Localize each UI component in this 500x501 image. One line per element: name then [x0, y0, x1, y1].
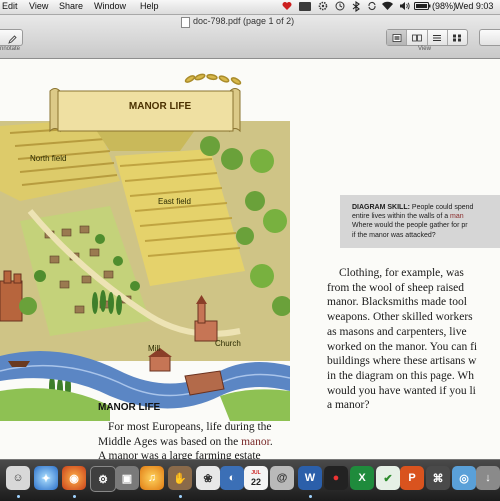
- diagram-skill-line-1: People could spend: [409, 204, 474, 211]
- window-toolbar: doc-798.pdf (page 1 of 2) nnotate View: [0, 15, 500, 59]
- word-icon[interactable]: W: [298, 466, 322, 490]
- diagram-skill-label: DIAGRAM SKILL:: [352, 204, 410, 211]
- label-church: Church: [215, 339, 241, 348]
- itunes-icon[interactable]: ♫: [140, 466, 164, 490]
- document-page: MANOR LIFE North field East field Mill C…: [0, 59, 500, 459]
- gear-icon[interactable]: [318, 1, 328, 13]
- system-preferences-icon[interactable]: ⚙: [90, 466, 116, 492]
- app-status-icon[interactable]: [299, 2, 311, 13]
- left-line-2-end: .: [269, 435, 273, 448]
- diagram-skill-term: man: [450, 213, 464, 221]
- battery-percent: (98%): [432, 1, 457, 11]
- photo-booth-icon[interactable]: ◐: [220, 466, 244, 490]
- dock: ☺ ✦ ◉ ⚙ ▣ ♫ ✋ ❀ ◐ JUL 22 @ W ● X ✔ P ⌘ ◎…: [0, 459, 500, 501]
- two-page-icon: [411, 34, 422, 41]
- label-north-field: North field: [30, 154, 66, 163]
- diagram-skill-line-3: Where would the people gather for pr: [352, 222, 468, 230]
- menu-bar: Edit View Share Window Help (98%) Wed 9:…: [0, 0, 500, 15]
- heart-icon[interactable]: [282, 1, 292, 13]
- check-icon[interactable]: ✔: [376, 466, 400, 490]
- menu-share[interactable]: Share: [59, 1, 83, 11]
- right-column-text: Clothing, for example, was from the wool…: [327, 266, 500, 413]
- section-heading: MANOR LIFE: [98, 402, 161, 413]
- finder-icon[interactable]: ☺: [6, 466, 30, 490]
- annotate-label: nnotate: [0, 46, 21, 52]
- left-column-text: For most Europeans, life during the Midd…: [98, 420, 308, 459]
- diagram-skill-box: DIAGRAM SKILL: People could spend entire…: [340, 195, 500, 248]
- annotate-button[interactable]: [0, 29, 23, 46]
- left-line-3: A manor was a large farming estate: [98, 450, 261, 459]
- right-line: weapons. Other skilled workers: [327, 311, 473, 324]
- banner-title: MANOR LIFE: [129, 101, 192, 112]
- powerpoint-icon[interactable]: P: [400, 466, 424, 490]
- sync-icon[interactable]: [367, 1, 377, 13]
- zoom-button[interactable]: [479, 29, 500, 46]
- time-machine-icon[interactable]: [335, 1, 345, 13]
- calendar-day: 22: [250, 477, 261, 487]
- right-line: in the diagram on this page. Wh: [327, 369, 475, 382]
- downloads-icon[interactable]: ↓: [476, 466, 500, 490]
- right-line: from the wool of sheep raised: [327, 281, 465, 294]
- right-line: manor. Blacksmiths made tool: [327, 296, 467, 309]
- bluetooth-icon[interactable]: [352, 0, 360, 14]
- right-line: buildings where these artisans w: [327, 355, 477, 368]
- menu-window[interactable]: Window: [94, 1, 126, 11]
- left-line-2: Middle Ages was based on the manor.: [98, 435, 308, 450]
- battery-icon[interactable]: [414, 2, 431, 12]
- wifi-icon[interactable]: [381, 1, 394, 13]
- contacts-icon[interactable]: @: [270, 466, 294, 490]
- grid-icon: [453, 34, 462, 41]
- view-label: View: [418, 46, 431, 52]
- right-line: a manor?: [327, 399, 370, 412]
- preview-icon[interactable]: ✋: [168, 466, 192, 490]
- diagram-skill-line-2: entire lives within the walls of a: [352, 213, 451, 221]
- window-title: doc-798.pdf (page 1 of 2): [193, 16, 295, 26]
- view-grid-button[interactable]: [448, 30, 467, 45]
- right-line: worked on the manor. You can fi: [327, 340, 478, 353]
- clock[interactable]: Wed 9:03: [455, 1, 493, 11]
- diagram-skill-line-4: if the manor was attacked?: [352, 231, 436, 239]
- menu-view[interactable]: View: [29, 1, 48, 11]
- utility-icon[interactable]: ⌘: [426, 466, 450, 490]
- single-page-icon: [392, 33, 402, 42]
- calendar-icon[interactable]: JUL 22: [244, 466, 268, 490]
- video-icon[interactable]: ◎: [452, 466, 476, 490]
- list-icon: [433, 34, 442, 41]
- view-two-page-button[interactable]: [407, 30, 428, 45]
- right-line: as masons and carpenters, live: [327, 325, 467, 338]
- running-indicator: [17, 495, 20, 498]
- running-indicator: [179, 495, 182, 498]
- view-mode-control[interactable]: [386, 29, 468, 46]
- right-line: would you have wanted if you li: [327, 384, 476, 397]
- menu-help[interactable]: Help: [140, 1, 159, 11]
- screencast-icon[interactable]: ●: [324, 466, 348, 490]
- photos-icon[interactable]: ❀: [196, 466, 220, 490]
- diagram-skill-text: DIAGRAM SKILL: People could spend entire…: [352, 203, 500, 240]
- left-line-1: For most Europeans, life during the: [108, 421, 272, 433]
- right-line: Clothing, for example, was: [339, 267, 464, 279]
- manor-illustration: MANOR LIFE North field East field Mill C…: [0, 73, 290, 421]
- app-icon[interactable]: ▣: [115, 466, 139, 490]
- excel-icon[interactable]: X: [350, 466, 374, 490]
- left-line-2-start: Middle Ages was based on the: [98, 435, 242, 448]
- document-proxy-icon[interactable]: [181, 17, 190, 28]
- label-east-field: East field: [158, 197, 191, 206]
- running-indicator: [73, 495, 76, 498]
- volume-icon[interactable]: [399, 1, 410, 13]
- manor-term: manor: [241, 435, 270, 448]
- view-list-button[interactable]: [428, 30, 448, 45]
- running-indicator: [309, 495, 312, 498]
- firefox-icon[interactable]: ◉: [62, 466, 86, 490]
- label-mill: Mill: [148, 344, 160, 353]
- safari-icon[interactable]: ✦: [34, 466, 58, 490]
- view-single-page-button[interactable]: [387, 30, 408, 45]
- menu-edit[interactable]: Edit: [2, 1, 18, 11]
